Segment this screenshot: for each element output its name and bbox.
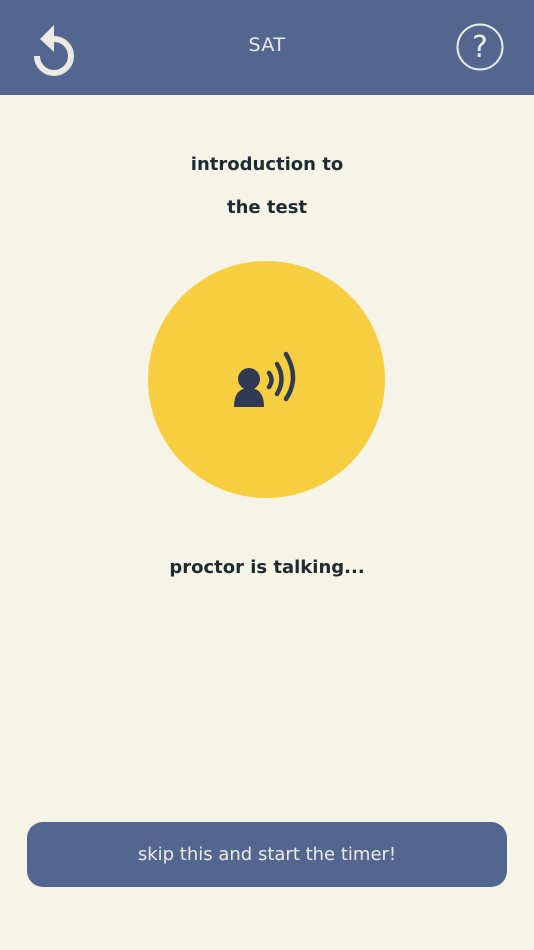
- intro-heading-line-2: the test: [226, 197, 308, 218]
- skip-and-start-timer-button[interactable]: skip this and start the timer!: [27, 822, 507, 887]
- top-bar: SAT ?: [0, 0, 534, 95]
- status-text: proctor is talking...: [169, 557, 365, 578]
- person-speaking-icon: [234, 351, 296, 407]
- help-glyph: ?: [472, 30, 488, 65]
- speaker-indicator-circle: [148, 261, 385, 498]
- help-question-icon: ?: [456, 23, 504, 71]
- help-button[interactable]: ?: [456, 23, 504, 71]
- intro-heading-line-1: introduction to: [190, 154, 344, 175]
- page-title: SAT: [248, 34, 286, 56]
